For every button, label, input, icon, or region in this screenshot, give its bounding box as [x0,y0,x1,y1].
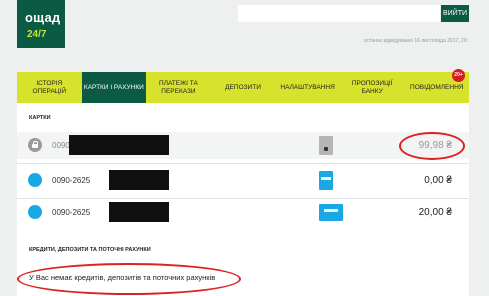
nav-offers-label: ПРОПОЗИЦІЇ БАНКУ [351,79,393,95]
nav-cards-label: КАРТКИ І РАХУНКИ [83,83,144,91]
card-number: 0090-2625 [52,176,91,185]
redaction-band [109,170,169,190]
card-row[interactable]: 0090-2625 0,00 ₴ [17,167,469,199]
nav-settings[interactable]: НАЛАШТУВАННЯ [275,72,340,103]
logo-subtext: 24/7 [27,29,47,40]
oschad-logo[interactable]: ощад 24/7 [17,0,65,48]
nav-payments[interactable]: ПЛАТЕЖІ ТА ПЕРЕКАЗИ [146,72,211,103]
card-balance: 20,00 ₴ [418,207,452,218]
notification-badge: 20+ [452,69,466,82]
main-nav: ІСТОРІЯ ОПЕРАЦІЙ КАРТКИ І РАХУНКИ ПЛАТЕЖ… [17,69,469,103]
card-icon [28,205,42,219]
nav-history[interactable]: ІСТОРІЯ ОПЕРАЦІЙ [17,72,82,103]
accounts-panel: КАРТКИ 0090-2625 99,98 ₴ 0090-2625 0,00 … [17,103,469,296]
top-bar: ощад 24/7 ВИЙТИ останнє відвідування 16 … [0,0,489,60]
card-icon [28,173,42,187]
highlight-oval [17,263,241,295]
nav-payments-label: ПЛАТЕЖІ ТА ПЕРЕКАЗИ [159,79,198,95]
nav-settings-label: НАЛАШТУВАННЯ [280,83,335,91]
card-thumbnail-icon [319,136,333,155]
cards-section-title: КАРТКИ [29,115,51,121]
last-visit-text: останнє відвідування 16 листопада 2017, … [363,38,468,44]
highlight-oval [399,132,465,160]
logout-button[interactable]: ВИЙТИ [441,5,469,22]
search-input[interactable] [238,5,440,22]
lock-icon [28,138,42,152]
nav-offers[interactable]: ПРОПОЗИЦІЇ БАНКУ [340,72,405,103]
redaction-band [69,135,169,155]
nav-messages[interactable]: ПОВІДОМЛЕННЯ 20+ [404,69,469,103]
card-thumbnail-icon [319,204,343,221]
nav-deposits-label: ДЕПОЗИТИ [225,83,261,91]
logo-text: ощад [25,10,61,25]
card-number: 0090-2625 [52,208,91,217]
nav-messages-label: ПОВІДОМЛЕННЯ [410,83,464,91]
nav-deposits[interactable]: ДЕПОЗИТИ [211,72,276,103]
card-thumbnail-icon [319,171,333,190]
credits-section-title: КРЕДИТИ, ДЕПОЗИТИ ТА ПОТОЧНІ РАХУНКИ [29,247,151,253]
nav-history-label: ІСТОРІЯ ОПЕРАЦІЙ [32,79,67,95]
nav-cards-accounts[interactable]: КАРТКИ І РАХУНКИ [81,72,147,103]
redaction-band [109,202,169,222]
card-row[interactable]: 0090-2625 20,00 ₴ [17,199,469,226]
card-balance: 0,00 ₴ [424,175,452,186]
